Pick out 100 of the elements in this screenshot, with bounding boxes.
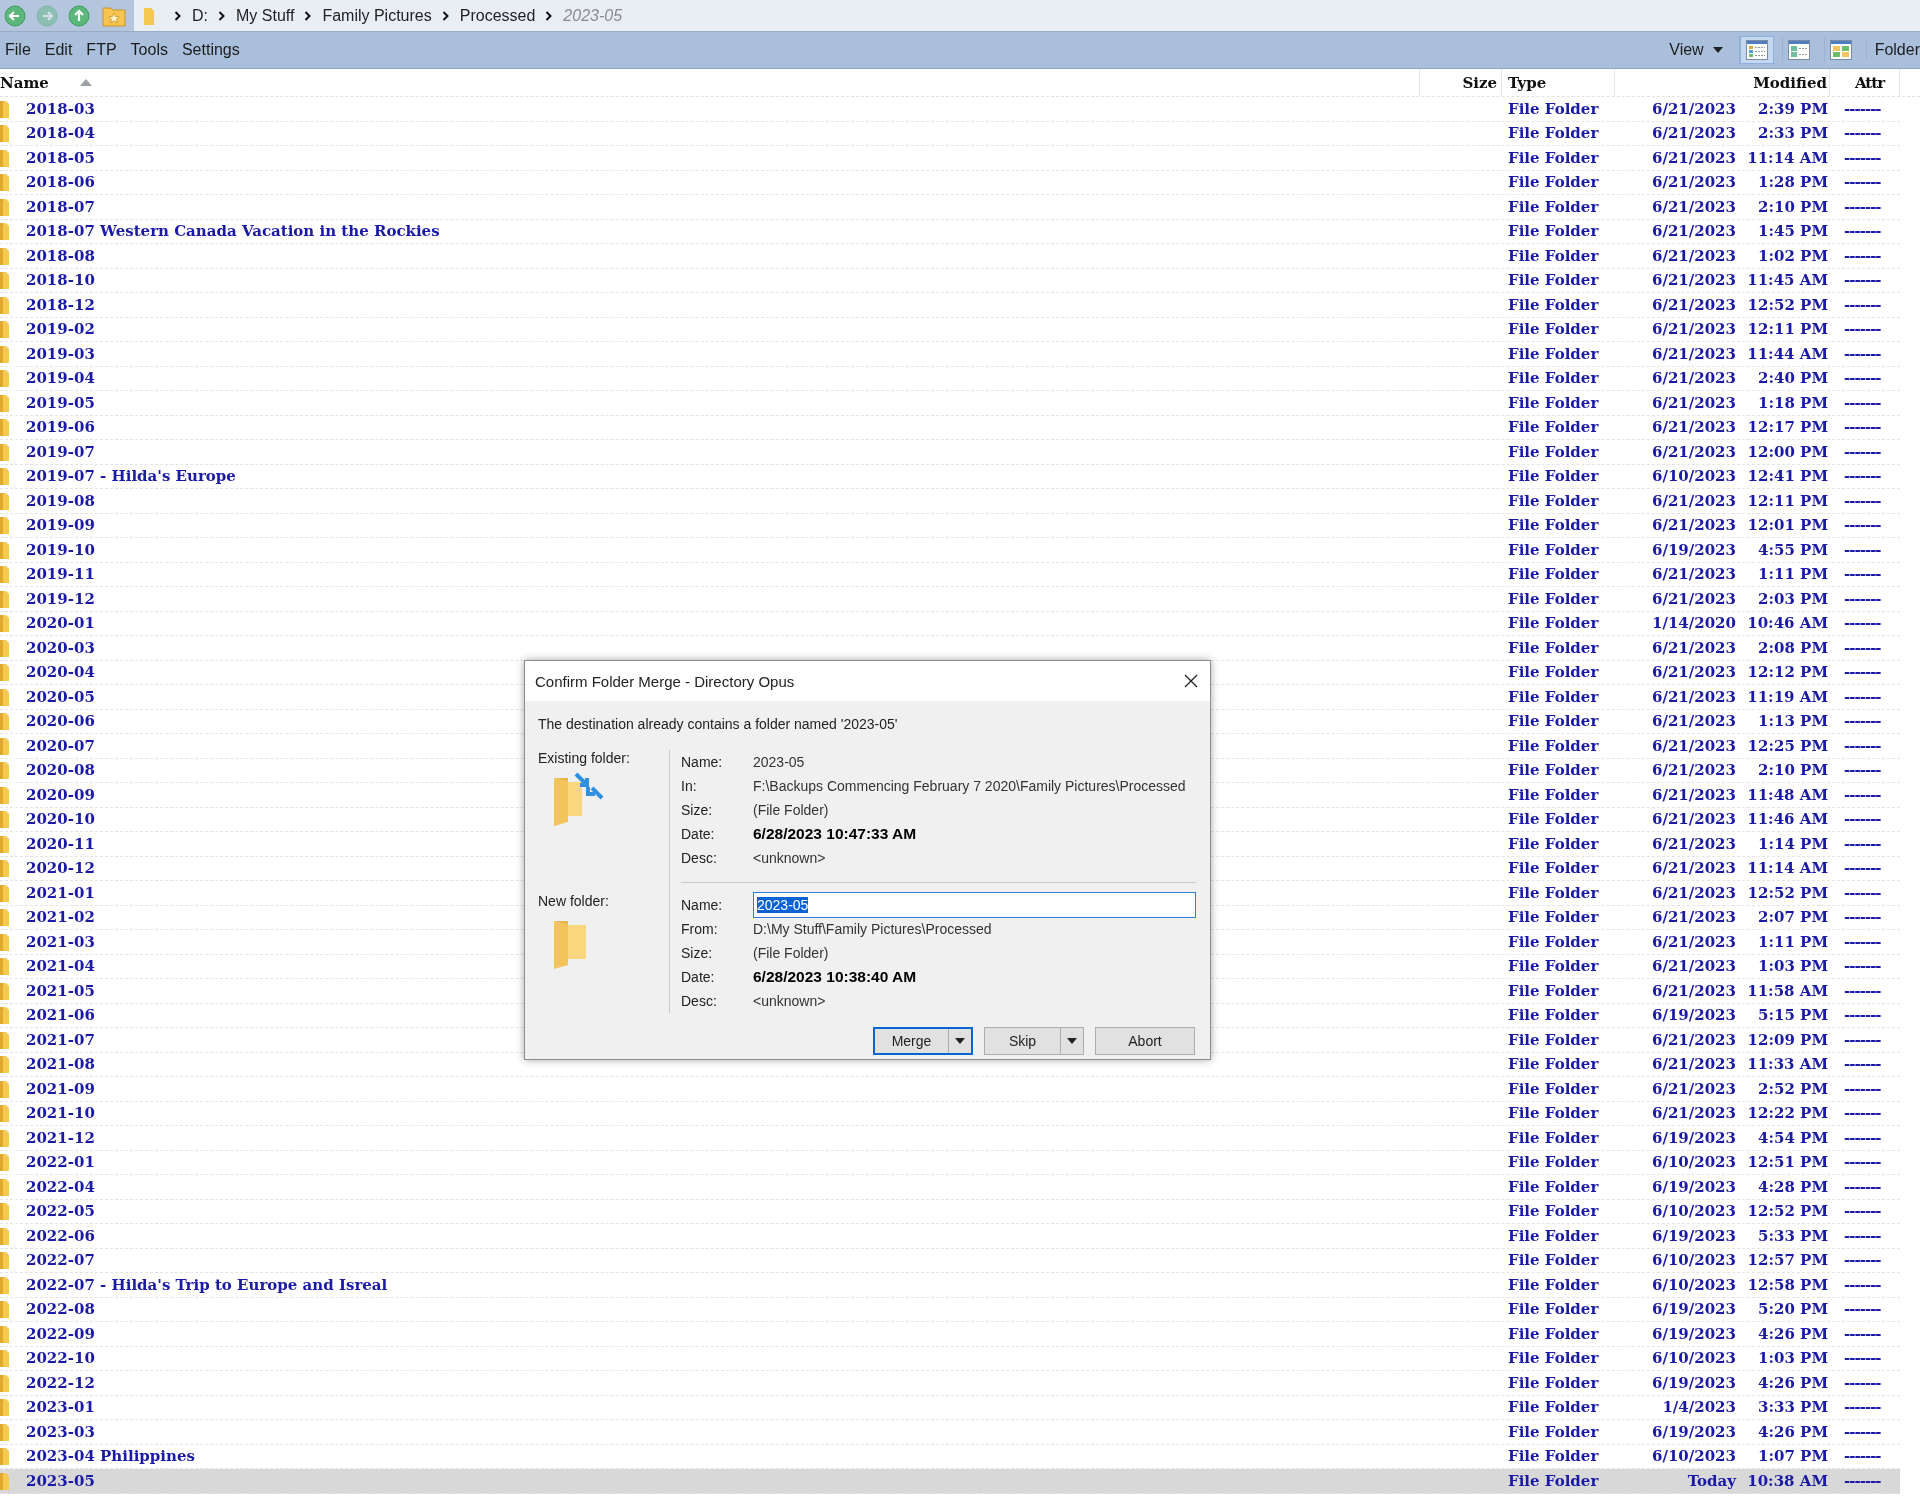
file-row[interactable]: 2019-07 - Hilda's Europe File Folder 6/10/2023 12:41 PM ------- xyxy=(0,464,1900,489)
modified-date: 6/19/2023 xyxy=(1650,1422,1736,1441)
column-header[interactable]: Name xyxy=(0,69,1420,96)
file-type: File Folder xyxy=(1508,883,1599,902)
file-row[interactable]: 2022-12 File Folder 6/19/2023 4:26 PM ------- xyxy=(0,1371,1900,1396)
folder-icon xyxy=(0,124,9,143)
field-value: (File Folder) xyxy=(753,945,829,961)
file-row[interactable]: 2018-05 File Folder 6/21/2023 11:14 AM ------- xyxy=(0,146,1900,171)
modified-time: 5:33 PM xyxy=(1757,1226,1828,1245)
file-row[interactable]: 2019-03 File Folder 6/21/2023 11:44 AM ------- xyxy=(0,342,1900,367)
file-name: 2019-07 - Hilda's Europe xyxy=(26,467,236,486)
file-row[interactable]: 2022-06 File Folder 6/19/2023 5:33 PM ------- xyxy=(0,1224,1900,1249)
file-row[interactable]: 2023-03 File Folder 6/19/2023 4:26 PM ------- xyxy=(0,1420,1900,1445)
file-row[interactable]: 2021-10 File Folder 6/21/2023 12:22 PM ------- xyxy=(0,1101,1900,1126)
view-menu[interactable]: View xyxy=(1669,41,1704,59)
file-row[interactable]: 2019-04 File Folder 6/21/2023 2:40 PM ------- xyxy=(0,366,1900,391)
breadcrumb-bar[interactable]: D: My Stuff Family Pictures Processed 2023-05 xyxy=(134,0,1920,31)
file-row[interactable]: 2022-07 - Hilda's Trip to Europe and Isreal File Folder 6/10/2023 12:58 PM ------- xyxy=(0,1273,1900,1298)
folder-star-icon[interactable] xyxy=(102,4,126,27)
file-row[interactable]: 2022-10 File Folder 6/10/2023 1:03 PM ------- xyxy=(0,1346,1900,1371)
menu-item[interactable]: Edit xyxy=(44,41,73,59)
file-type: File Folder xyxy=(1508,1373,1599,1392)
file-row[interactable]: 2018-10 File Folder 6/21/2023 11:45 AM ------- xyxy=(0,268,1900,293)
file-attributes: ------- xyxy=(1844,932,1881,951)
folder-icon xyxy=(0,467,9,486)
chevron-icon xyxy=(545,10,554,21)
file-row[interactable]: 2019-10 File Folder 6/19/2023 4:55 PM ------- xyxy=(0,538,1900,563)
back-icon[interactable] xyxy=(4,4,26,27)
dialog-button[interactable]: Abort xyxy=(1095,1027,1195,1055)
file-row[interactable]: 2022-09 File Folder 6/19/2023 4:26 PM ------- xyxy=(0,1322,1900,1347)
file-attributes: ------- xyxy=(1844,638,1881,657)
file-row[interactable]: 2018-06 File Folder 6/21/2023 1:28 PM ------- xyxy=(0,170,1900,195)
file-row[interactable]: 2021-12 File Folder 6/19/2023 4:54 PM ------- xyxy=(0,1126,1900,1151)
modified-date: 6/19/2023 xyxy=(1650,1226,1736,1245)
folder-icon xyxy=(0,712,9,731)
file-row[interactable]: 2018-07 File Folder 6/21/2023 2:10 PM ------- xyxy=(0,195,1900,220)
name-input-field[interactable]: 2023-05 xyxy=(753,892,1196,918)
breadcrumb-item[interactable]: D: xyxy=(192,6,208,25)
file-row[interactable]: 2022-01 File Folder 6/10/2023 12:51 PM ------- xyxy=(0,1150,1900,1175)
modified-time: 2:07 PM xyxy=(1757,908,1828,927)
file-row[interactable]: 2019-11 File Folder 6/21/2023 1:11 PM ------- xyxy=(0,562,1900,587)
file-row[interactable]: 2022-04 File Folder 6/19/2023 4:28 PM ------- xyxy=(0,1175,1900,1200)
folder-icon xyxy=(0,344,9,363)
file-type: File Folder xyxy=(1508,1153,1599,1172)
column-header[interactable]: Attr xyxy=(1830,69,1900,96)
file-row[interactable]: 2022-07 File Folder 6/10/2023 12:57 PM ------- xyxy=(0,1248,1900,1273)
file-row[interactable]: 2018-08 File Folder 6/21/2023 1:02 PM ------- xyxy=(0,244,1900,269)
folder-icon xyxy=(0,320,9,339)
file-type: File Folder xyxy=(1508,418,1599,437)
file-name: 2018-08 xyxy=(26,246,95,265)
file-row[interactable]: 2018-07 Western Canada Vacation in the Rockies File Folder 6/21/2023 1:45 PM ------- xyxy=(0,219,1900,244)
caret-icon[interactable] xyxy=(1067,1038,1077,1044)
folder-icon xyxy=(0,1006,9,1025)
file-row[interactable]: 2023-01 File Folder 1/4/2023 3:33 PM ------- xyxy=(0,1395,1900,1420)
up-icon[interactable] xyxy=(68,4,90,27)
caret-icon[interactable] xyxy=(1712,47,1723,53)
file-row[interactable]: 2022-08 File Folder 6/19/2023 5:20 PM ------- xyxy=(0,1297,1900,1322)
close-icon[interactable] xyxy=(1184,674,1198,688)
modified-time: 12:51 PM xyxy=(1746,1153,1828,1172)
file-attributes: ------- xyxy=(1844,99,1881,118)
file-attributes: ------- xyxy=(1844,810,1881,829)
file-row[interactable]: 2019-09 File Folder 6/21/2023 12:01 PM ------- xyxy=(0,513,1900,538)
file-attributes: ------- xyxy=(1844,540,1881,559)
file-row[interactable]: 2018-12 File Folder 6/21/2023 12:52 PM ------- xyxy=(0,293,1900,318)
file-row[interactable]: 2019-05 File Folder 6/21/2023 1:18 PM ------- xyxy=(0,391,1900,416)
modified-date: Today xyxy=(1686,1471,1736,1490)
file-row[interactable]: 2019-08 File Folder 6/21/2023 12:11 PM ------- xyxy=(0,489,1900,514)
file-row[interactable]: 2022-05 File Folder 6/10/2023 12:52 PM ------- xyxy=(0,1199,1900,1224)
selected-row[interactable]: 2023-05 File Folder Today 10:38 AM ------- xyxy=(0,1469,1900,1494)
file-type: File Folder xyxy=(1508,565,1599,584)
modified-time: 12:58 PM xyxy=(1746,1275,1828,1294)
split-button[interactable]: Merge xyxy=(873,1027,973,1055)
modified-time: 11:45 AM xyxy=(1746,271,1828,290)
menu-item[interactable]: Settings xyxy=(181,41,240,59)
folder-icon xyxy=(0,687,9,706)
menu-item[interactable]: File xyxy=(5,41,31,59)
file-row[interactable]: 2019-06 File Folder 6/21/2023 12:17 PM ------- xyxy=(0,415,1900,440)
split-button[interactable]: Skip xyxy=(984,1027,1084,1055)
breadcrumb-item[interactable]: My Stuff xyxy=(236,6,295,25)
breadcrumb-item[interactable]: Processed xyxy=(459,6,536,25)
caret-icon[interactable] xyxy=(955,1038,965,1044)
folder-menu[interactable]: Folder xyxy=(1865,41,1920,59)
file-row[interactable]: 2018-04 File Folder 6/21/2023 2:33 PM ------- xyxy=(0,121,1900,146)
folder-icon xyxy=(0,1324,9,1343)
file-row[interactable]: 2019-12 File Folder 6/21/2023 2:03 PM ------- xyxy=(0,587,1900,612)
file-attributes: ------- xyxy=(1844,1447,1881,1466)
file-row[interactable]: 2020-01 File Folder 1/14/2020 10:46 AM ------- xyxy=(0,611,1900,636)
column-header[interactable]: Size xyxy=(1420,69,1502,96)
file-row[interactable]: 2021-09 File Folder 6/21/2023 2:52 PM ------- xyxy=(0,1077,1900,1102)
menu-item[interactable]: Tools xyxy=(130,41,168,59)
file-row[interactable]: 2018-03 File Folder 6/21/2023 2:39 PM ------- xyxy=(0,97,1900,122)
column-header[interactable]: Modified xyxy=(1615,69,1830,96)
menu-item[interactable]: FTP xyxy=(86,41,117,59)
file-row[interactable]: 2019-02 File Folder 6/21/2023 12:11 PM ------- xyxy=(0,317,1900,342)
breadcrumb-item[interactable]: Family Pictures xyxy=(322,6,432,25)
file-row[interactable]: 2019-07 File Folder 6/21/2023 12:00 PM ------- xyxy=(0,440,1900,465)
modified-time: 1:03 PM xyxy=(1757,1349,1828,1368)
modified-date: 6/21/2023 xyxy=(1650,516,1736,535)
details-view-button[interactable] xyxy=(1739,37,1773,63)
column-header[interactable]: Type xyxy=(1502,69,1615,96)
